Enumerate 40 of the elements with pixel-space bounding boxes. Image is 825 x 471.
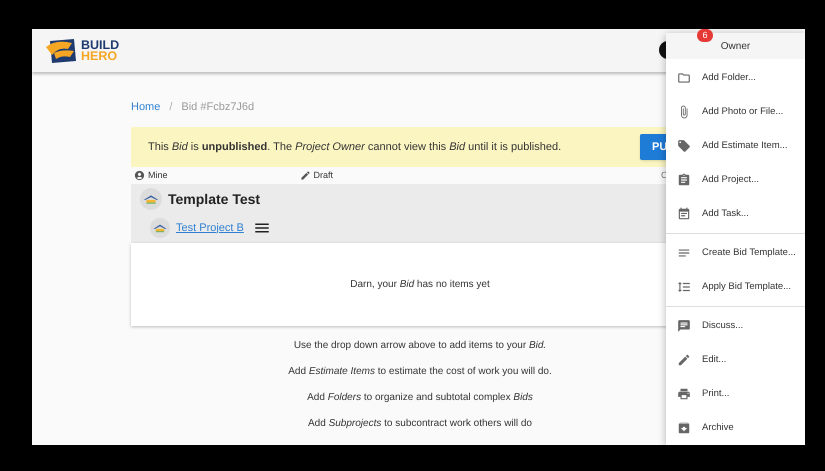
company-logo-icon	[140, 188, 162, 210]
menu-item[interactable]: Apply Bid Template...	[666, 270, 805, 304]
tag-icon	[677, 139, 691, 153]
clipboard-icon	[677, 173, 691, 187]
folder-icon	[677, 71, 691, 85]
bid-title: Template Test	[168, 190, 260, 209]
status-label: Draft	[314, 168, 334, 182]
hint-text: Add Folders to organize and subtotal complex Bids	[307, 391, 533, 405]
print-icon	[677, 387, 691, 401]
line-spacing-icon	[677, 280, 691, 294]
hint-text: Use the drop down arrow above to add items to your Bid.	[294, 339, 546, 353]
account-icon	[134, 170, 145, 181]
menu-item[interactable]: Add Photo or File...	[666, 95, 805, 129]
hint-text: Add Subprojects to subcontract work others will do	[308, 417, 532, 431]
breadcrumb-current: Bid #Fcbz7J6d	[181, 100, 254, 115]
menu-item[interactable]: Print...	[666, 377, 805, 411]
menu-item[interactable]: Discuss...	[666, 309, 805, 343]
owner-label: Mine	[148, 168, 168, 182]
hero-emblem-icon	[46, 36, 78, 64]
menu-item[interactable]: Edit...	[666, 343, 805, 377]
menu-item[interactable]: Add Project...	[666, 163, 805, 197]
archive-icon	[677, 421, 691, 435]
chat-icon	[677, 319, 691, 333]
menu-item[interactable]: Add Folder...	[666, 61, 805, 95]
pencil-icon	[300, 170, 311, 181]
empty-message: Darn, your Bid has no items yet	[350, 278, 490, 292]
menu-item[interactable]: Archive	[666, 411, 805, 445]
notification-badge: 6	[697, 29, 713, 42]
breadcrumb-separator: /	[169, 100, 172, 115]
company-logo-icon	[150, 218, 170, 238]
pencil-icon	[677, 353, 691, 367]
logo[interactable]: BUILD HERO	[46, 36, 120, 64]
hint-text: Add Estimate Items to estimate the cost of work you will do.	[288, 365, 552, 379]
logo-text: HERO	[81, 50, 118, 62]
calendar-icon	[677, 207, 691, 221]
logo-text: BUILD	[81, 40, 120, 50]
banner-message: This Bid is unpublished. The Project Owner cannot view this Bid until it is published.	[148, 140, 562, 155]
menu-item[interactable]: Add Task...	[666, 197, 805, 231]
menu-item[interactable]: Create Bid Template...	[666, 236, 805, 270]
breadcrumb-link[interactable]: Home	[131, 98, 160, 116]
